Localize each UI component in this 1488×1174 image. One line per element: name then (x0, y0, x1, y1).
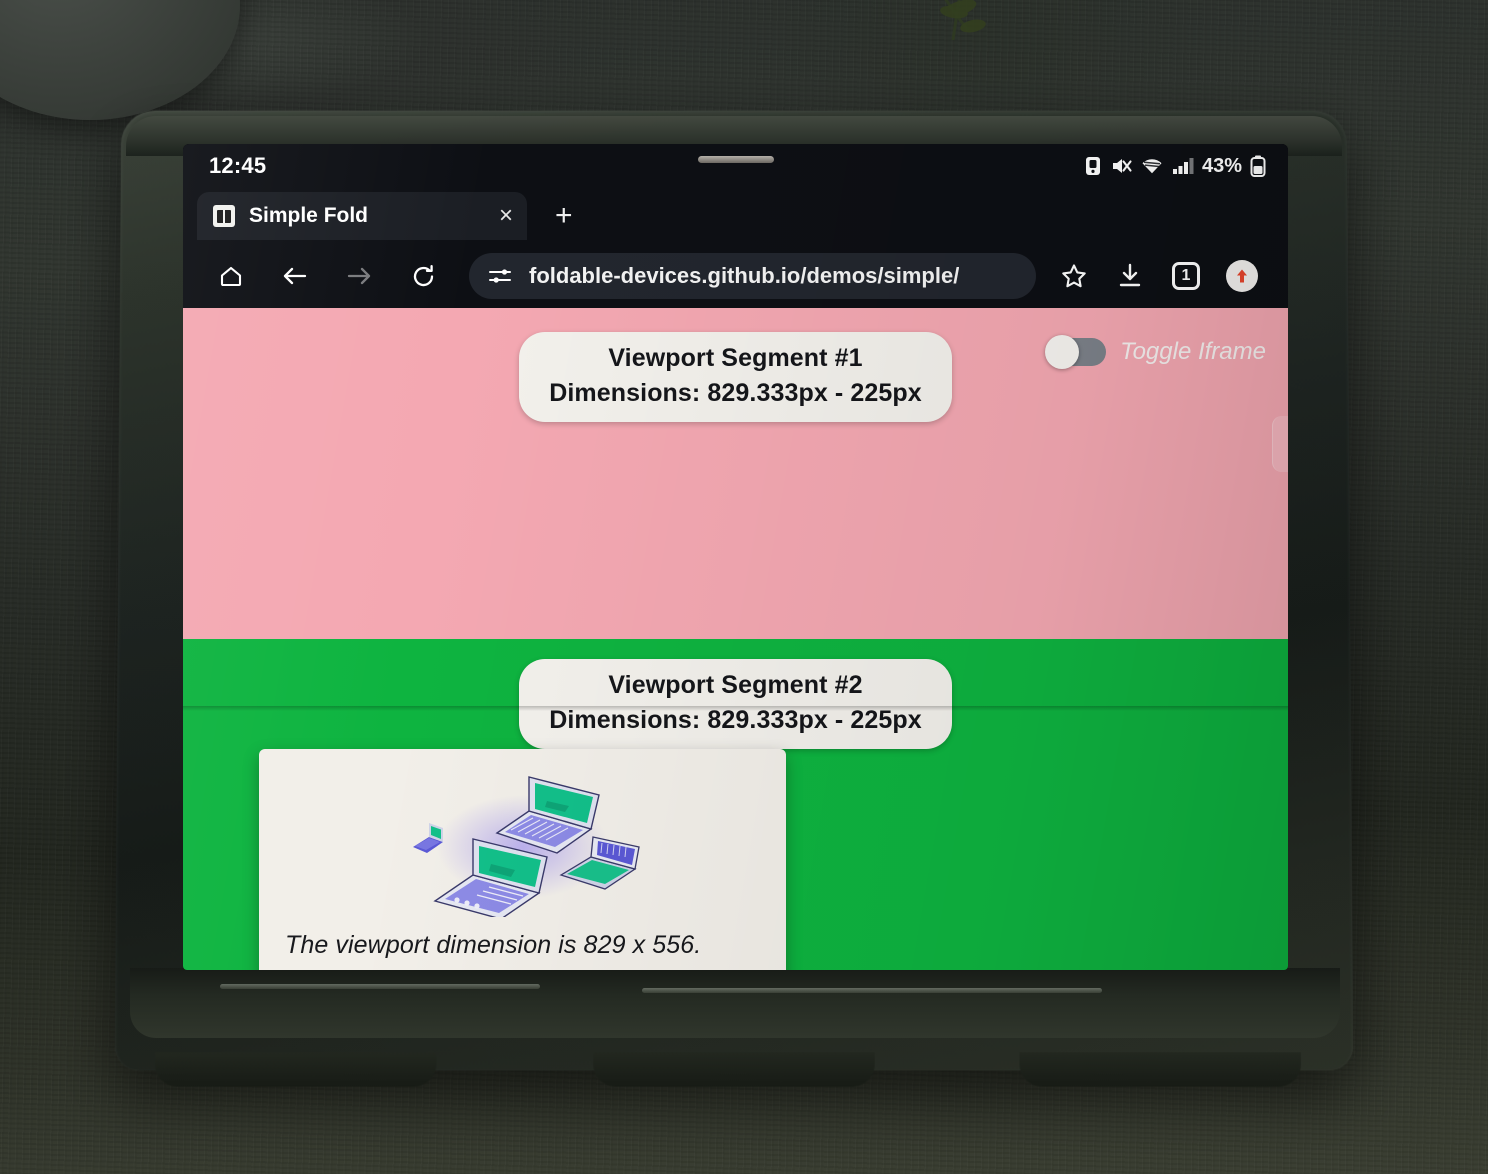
info-card: The viewport dimension is 829 x 556. The… (259, 749, 786, 970)
plant-leaves (768, 0, 1068, 70)
toggle-iframe-control[interactable]: Toggle Iframe (1048, 338, 1266, 366)
star-icon[interactable] (1046, 252, 1102, 300)
forward-arrow-icon[interactable] (327, 252, 391, 300)
viewport-dimension-text: The viewport dimension is 829 x 556. (285, 931, 760, 960)
segment-1-title: Viewport Segment #1 (549, 344, 922, 373)
case-foot-right (1019, 1052, 1301, 1086)
toggle-iframe-label: Toggle Iframe (1120, 338, 1266, 366)
site-favicon-icon (213, 205, 235, 227)
status-bar: 12:45 43% (183, 144, 1288, 188)
mute-icon (1110, 156, 1132, 176)
address-bar[interactable]: foldable-devices.github.io/demos/simple/ (469, 253, 1036, 299)
viewport-segment-1: Viewport Segment #1 Dimensions: 829.333p… (183, 308, 1288, 639)
tab-count-label: 1 (1172, 262, 1200, 290)
web-page-content: Viewport Segment #1 Dimensions: 829.333p… (183, 308, 1288, 970)
profile-update-icon[interactable] (1214, 252, 1270, 300)
tab-counter-button[interactable]: 1 (1158, 252, 1214, 300)
battery-icon (1250, 155, 1266, 177)
viewport-segment-2: Viewport Segment #2 Dimensions: 829.333p… (183, 639, 1288, 970)
screenshot-icon (1084, 156, 1102, 176)
close-icon[interactable]: × (499, 204, 513, 228)
segment-2-card: Viewport Segment #2 Dimensions: 829.333p… (519, 659, 952, 749)
reload-icon[interactable] (391, 252, 455, 300)
home-icon[interactable] (199, 252, 263, 300)
device-screen: 12:45 43% Simple Fold × + foldable-devic… (183, 144, 1288, 970)
case-rail-slot-left (220, 984, 540, 989)
tab-title: Simple Fold (249, 204, 485, 228)
background-bowl (0, 0, 240, 120)
browser-tab[interactable]: Simple Fold × (197, 192, 527, 240)
earpiece-speaker (698, 156, 774, 163)
segment-1-dimensions: Dimensions: 829.333px - 225px (549, 379, 922, 408)
page-info-tune-icon[interactable] (487, 265, 513, 287)
foldable-devices-illustration-icon (285, 767, 760, 917)
segment-1-card: Viewport Segment #1 Dimensions: 829.333p… (519, 332, 952, 422)
case-foot-left (155, 1052, 437, 1086)
side-scroll-nub (1272, 416, 1288, 472)
download-icon[interactable] (1102, 252, 1158, 300)
browser-toolbar: foldable-devices.github.io/demos/simple/… (183, 244, 1288, 308)
segment-2-dimensions: Dimensions: 829.333px - 225px (549, 706, 922, 735)
tab-strip: Simple Fold × + (183, 188, 1288, 244)
case-bottom-rail (130, 968, 1340, 1038)
toggle-knob (1045, 335, 1079, 369)
back-arrow-icon[interactable] (263, 252, 327, 300)
case-rail-slot-right (642, 988, 1102, 993)
cellular-signal-icon (1172, 156, 1194, 176)
new-tab-icon[interactable]: + (555, 201, 573, 231)
segment-2-title: Viewport Segment #2 (549, 671, 922, 700)
address-bar-url: foldable-devices.github.io/demos/simple/ (529, 263, 959, 289)
toggle-iframe-switch[interactable] (1048, 338, 1106, 366)
battery-percent-label: 43% (1202, 155, 1242, 178)
case-foot-center (593, 1052, 875, 1086)
wifi-icon (1140, 156, 1164, 176)
photo-scene: 12:45 43% Simple Fold × + foldable-devic… (0, 0, 1488, 1174)
status-icons: 43% (1084, 155, 1266, 178)
status-clock: 12:45 (209, 153, 266, 179)
